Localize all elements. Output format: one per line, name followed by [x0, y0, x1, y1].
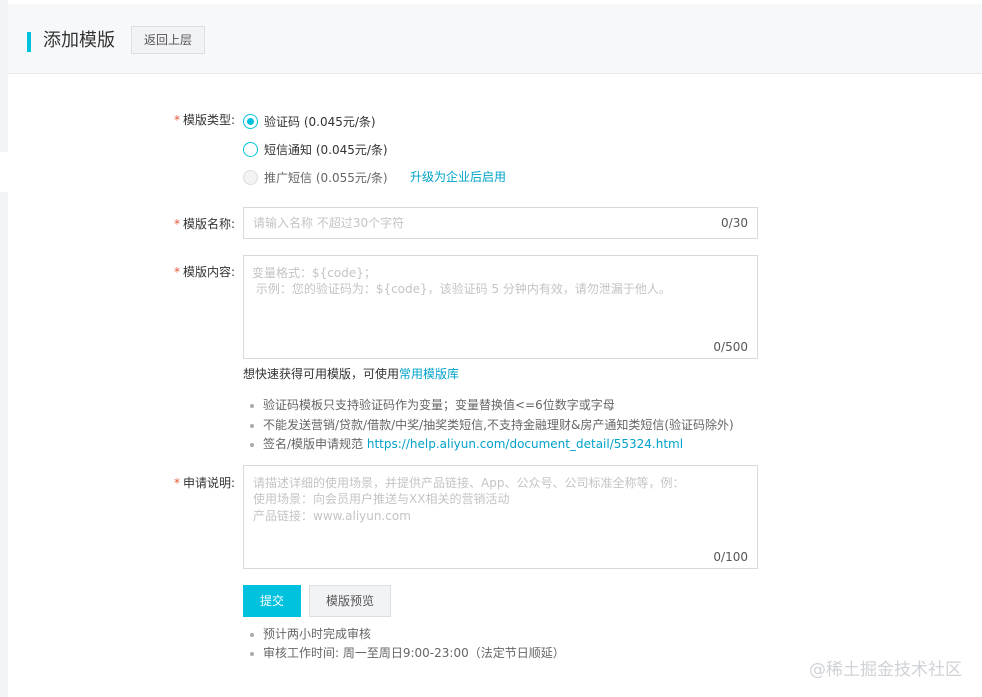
upgrade-enterprise-link[interactable]: 升级为企业后启用 — [410, 168, 506, 185]
desc-placeholder-line3: 产品链接：www.aliyun.com — [253, 509, 411, 523]
type-option-verification[interactable]: 验证码 (0.045元/条) — [243, 111, 376, 131]
type-option-promotion: 推广短信 (0.055元/条) — [243, 167, 388, 187]
submit-button[interactable]: 提交 — [243, 585, 301, 617]
content-placeholder-line1: 变量格式：${code}； — [252, 266, 376, 280]
type-option-notification[interactable]: 短信通知 (0.045元/条) — [243, 139, 388, 159]
quick-template-tip: 想快速获得可用模版，可使用常用模版库 — [243, 367, 460, 381]
required-star: * — [173, 113, 180, 127]
template-content-label: * 模版内容: — [173, 265, 235, 279]
list-item: 验证码模板只支持验证码作为变量；变量替换值<=6位数字或字母 — [250, 396, 734, 416]
desc-placeholder-line1: 请描述详细的使用场景，并提供产品链接、App、公众号、公司标准全称等，例： — [253, 476, 685, 490]
type-option-label: 推广短信 (0.055元/条) — [264, 170, 388, 185]
spec-help-link[interactable]: https://help.aliyun.com/document_detail/… — [367, 437, 683, 451]
radio-unchecked-icon[interactable] — [243, 141, 258, 157]
page-header: 添加模版 返回上层 — [8, 4, 982, 74]
list-item: 预计两小时完成审核 — [250, 625, 565, 644]
review-notes-list: 预计两小时完成审核 审核工作时间: 周一至周日9:00-23:00（法定节日顺延… — [250, 625, 565, 663]
radio-checked-icon[interactable] — [243, 113, 258, 129]
site-watermark: @稀土掘金技术社区 — [809, 660, 962, 680]
content-rules-list: 验证码模板只支持验证码作为变量；变量替换值<=6位数字或字母 不能发送营销/贷款… — [250, 396, 734, 455]
name-char-counter: 0/30 — [721, 216, 748, 230]
required-star: * — [173, 265, 180, 279]
content-placeholder-line2: 示例：您的验证码为：${code}，该验证码 5 分钟内有效，请勿泄漏于他人。 — [252, 282, 671, 296]
list-item: 签名/模版申请规范 https://help.aliyun.com/docume… — [250, 435, 734, 455]
radio-disabled-icon — [243, 169, 258, 185]
list-item: 审核工作时间: 周一至周日9:00-23:00（法定节日顺延） — [250, 644, 565, 663]
required-star: * — [173, 476, 180, 490]
preview-template-button[interactable]: 模版预览 — [309, 585, 391, 617]
title-accent-bar — [27, 32, 31, 52]
template-content-textarea[interactable]: 变量格式：${code}； 示例：您的验证码为：${code}，该验证码 5 分… — [243, 255, 758, 359]
application-desc-textarea[interactable]: 请描述详细的使用场景，并提供产品链接、App、公众号、公司标准全称等，例： 使用… — [243, 465, 758, 569]
back-button[interactable]: 返回上层 — [131, 26, 206, 54]
required-star: * — [173, 217, 180, 231]
left-sidebar-strip — [0, 0, 8, 697]
page-title: 添加模版 — [43, 30, 115, 51]
template-name-label: * 模版名称: — [173, 217, 235, 231]
name-placeholder: 请输入名称 不超过30个字符 — [253, 216, 405, 230]
application-desc-label: * 申请说明: — [173, 476, 235, 490]
content-char-counter: 0/500 — [713, 340, 748, 354]
template-library-link[interactable]: 常用模版库 — [399, 367, 459, 381]
type-option-label: 验证码 (0.045元/条) — [264, 114, 376, 129]
desc-char-counter: 0/100 — [713, 550, 748, 564]
template-type-label: * 模版类型: — [173, 113, 235, 127]
type-option-label: 短信通知 (0.045元/条) — [264, 142, 388, 157]
list-item: 不能发送营销/贷款/借款/中奖/抽奖类短信,不支持金融理财&房产通知类短信(验证… — [250, 416, 734, 436]
desc-placeholder-line2: 使用场景：向会员用户推送与XX相关的营销活动 — [253, 492, 510, 506]
template-name-input[interactable]: 请输入名称 不超过30个字符 0/30 — [243, 207, 758, 239]
